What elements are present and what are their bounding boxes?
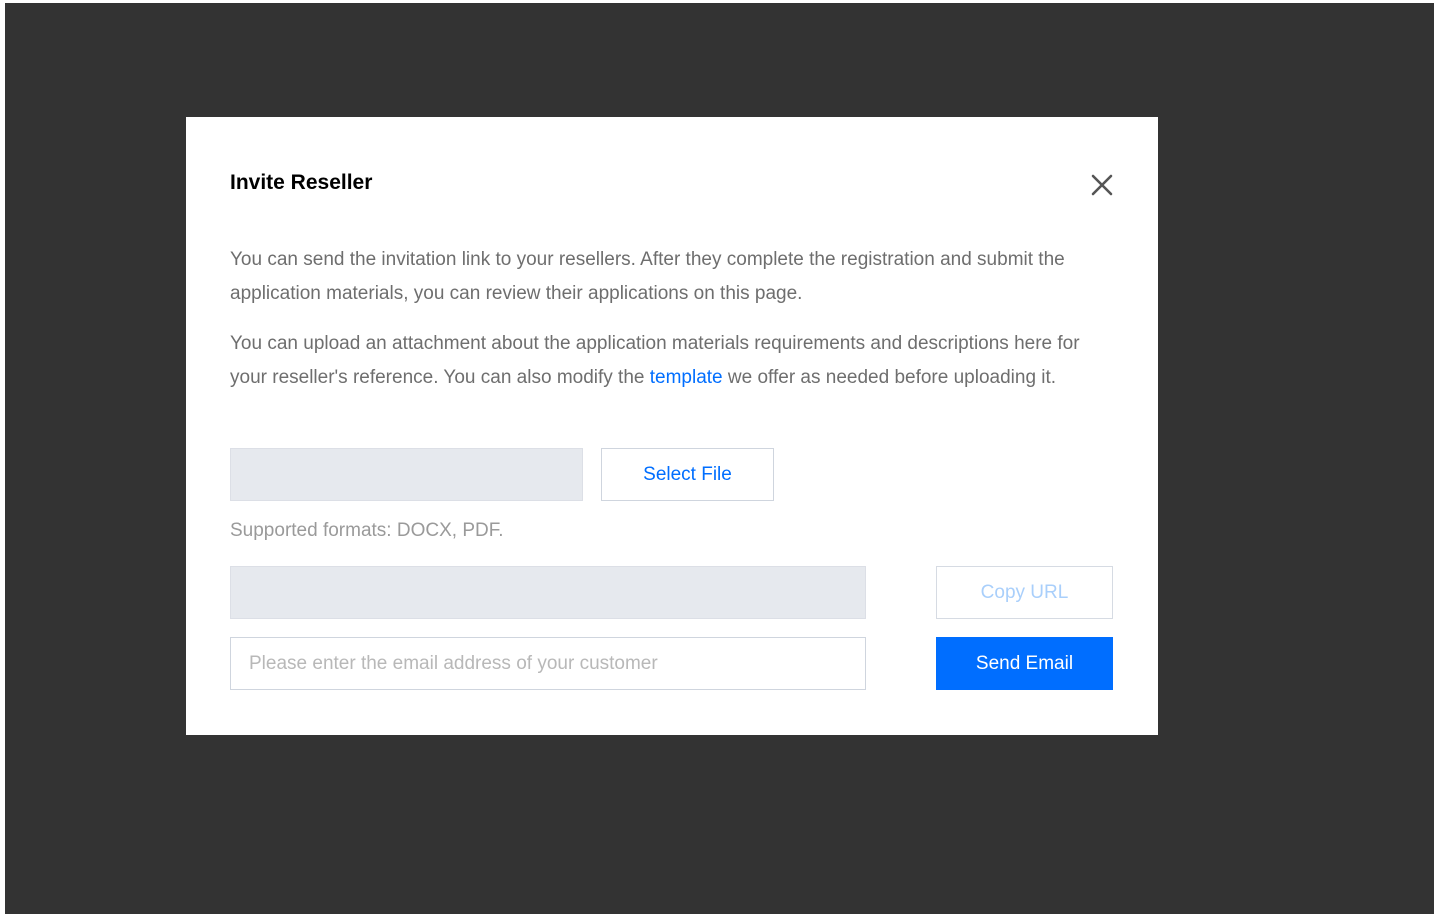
close-button[interactable]	[1088, 171, 1116, 199]
template-link[interactable]: template	[650, 367, 723, 388]
close-icon	[1091, 174, 1113, 196]
customer-email-input[interactable]	[230, 637, 866, 690]
dialog-title: Invite Reseller	[230, 171, 373, 194]
select-file-button[interactable]: Select File	[601, 448, 774, 501]
invite-reseller-dialog: Invite Reseller You can send the invitat…	[186, 117, 1158, 735]
invitation-url-field	[230, 566, 866, 619]
attachment-description: You can upload an attachment about the a…	[230, 327, 1120, 395]
send-email-button[interactable]: Send Email	[936, 637, 1113, 690]
attachment-description-end: we offer as needed before uploading it.	[722, 367, 1057, 388]
supported-formats-hint: Supported formats: DOCX, PDF.	[230, 520, 504, 541]
attachment-file-field	[230, 448, 583, 501]
invitation-description: You can send the invitation link to your…	[230, 249, 1065, 304]
copy-url-button[interactable]: Copy URL	[936, 566, 1113, 619]
